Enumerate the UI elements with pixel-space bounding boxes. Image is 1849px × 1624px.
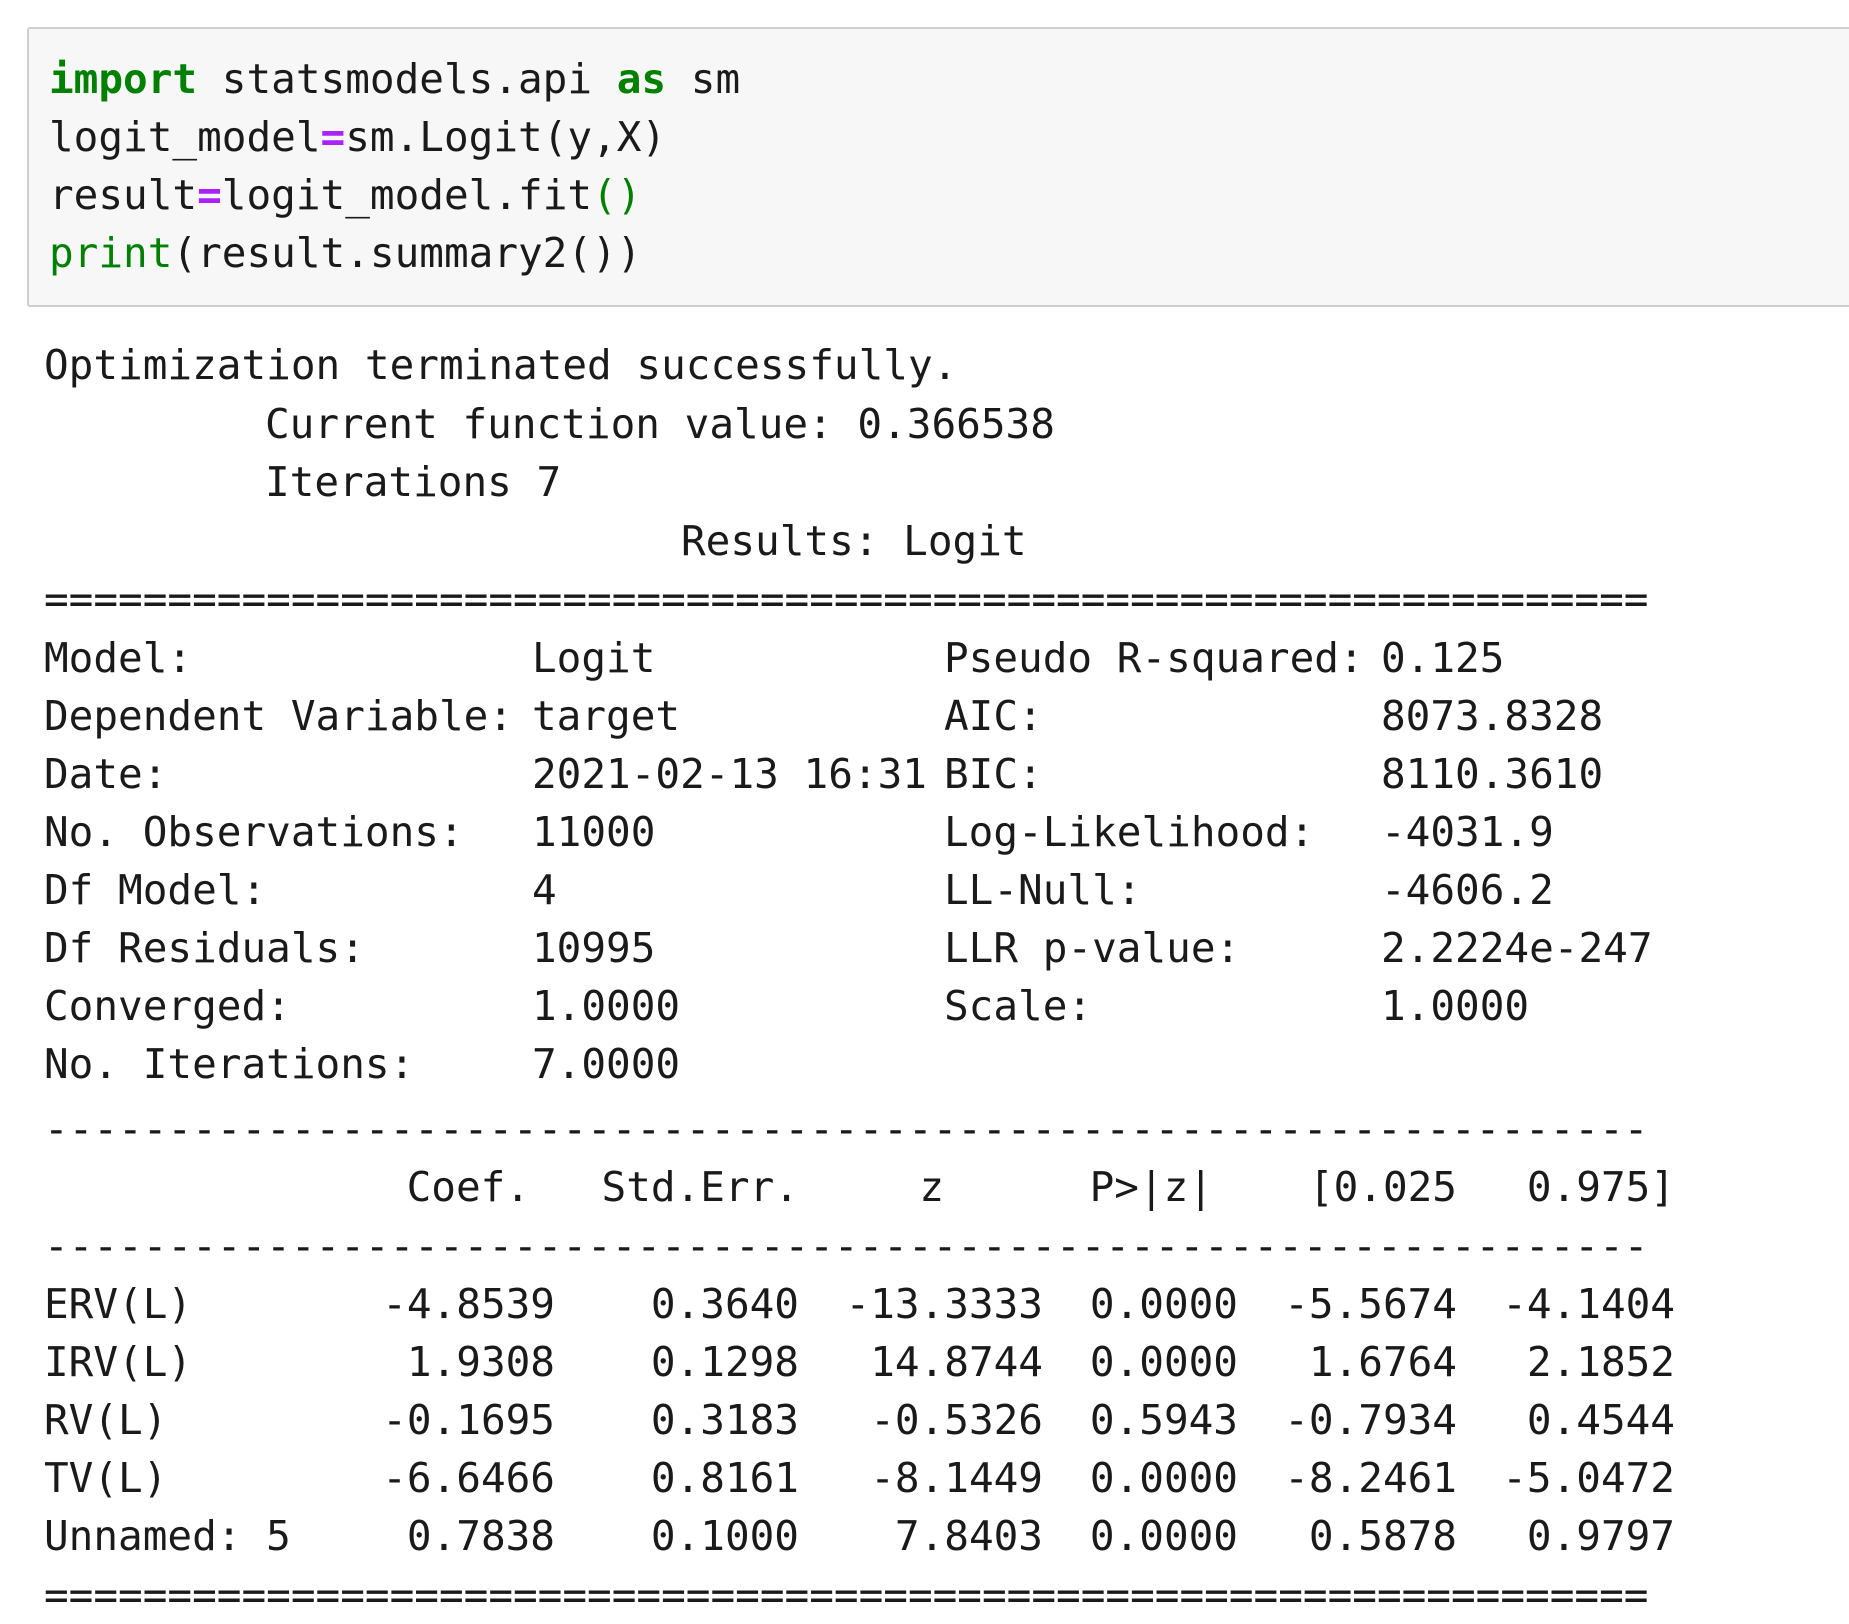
coef-column-header: [0.025 [1308, 1163, 1457, 1211]
coef-value: -0.1695 [382, 1396, 555, 1444]
coef-value: -5.0472 [1502, 1454, 1675, 1502]
coef-value: 0.4544 [1526, 1396, 1675, 1444]
info-value: 7.0000 [532, 1040, 681, 1088]
coef-value: -0.7934 [1284, 1396, 1457, 1444]
coef-value: 0.0000 [1089, 1512, 1238, 1560]
info-label: Model: [44, 634, 193, 682]
double-rule-top: ========================================… [44, 575, 1649, 623]
code-token-builtin: print [49, 229, 173, 277]
code-token-op: = [320, 113, 346, 161]
coef-value: -6.6466 [382, 1454, 555, 1502]
coef-value: 0.1000 [650, 1512, 799, 1560]
info-value: Logit [532, 634, 656, 682]
coef-value: 0.8161 [650, 1454, 799, 1502]
code-token: sm [666, 55, 741, 103]
info-value: -4606.2 [1381, 866, 1554, 914]
variable-name: Unnamed: 5 [44, 1512, 291, 1560]
coef-value: 0.9797 [1526, 1512, 1675, 1560]
code-token-kw: import [49, 55, 198, 103]
code-token: (result.summary2()) [172, 229, 642, 277]
code-input-cell[interactable]: import statsmodels.api as sm logit_model=… [27, 27, 1849, 307]
coef-value: 0.0000 [1089, 1280, 1238, 1328]
coef-value: 0.1298 [650, 1338, 799, 1386]
info-value: 1.0000 [1381, 982, 1530, 1030]
coef-value: 0.3183 [650, 1396, 799, 1444]
coef-value: -8.2461 [1284, 1454, 1457, 1502]
coef-value: 0.0000 [1089, 1454, 1238, 1502]
double-rule-bottom: ========================================… [44, 1571, 1649, 1619]
info-label: Pseudo R-squared: [944, 634, 1364, 682]
variable-name: ERV(L) [44, 1280, 193, 1328]
info-label: Log-Likelihood: [944, 808, 1315, 856]
coef-value: -0.5326 [870, 1396, 1043, 1444]
info-value: 8073.8328 [1381, 692, 1604, 740]
info-label: Df Residuals: [44, 924, 365, 972]
info-label: Dependent Variable: [44, 692, 513, 740]
coef-value: -13.3333 [845, 1280, 1043, 1328]
variable-name: RV(L) [44, 1396, 168, 1444]
variable-name: TV(L) [44, 1454, 168, 1502]
code-token-op: = [197, 171, 222, 219]
coef-value: -8.1449 [870, 1454, 1043, 1502]
code-token: sm.Logit(y,X) [345, 113, 667, 161]
coef-value: 2.1852 [1526, 1338, 1675, 1386]
coef-value: 7.8403 [894, 1512, 1043, 1560]
coef-column-header: P>|z| [1089, 1163, 1213, 1211]
optimization-status: Optimization terminated successfully. [44, 341, 958, 389]
code-token: statsmodels.api [197, 55, 617, 103]
coef-column-header: z [919, 1163, 944, 1211]
info-label: Converged: [44, 982, 291, 1030]
coef-value: 0.5878 [1308, 1512, 1457, 1560]
info-label: LLR p-value: [944, 924, 1241, 972]
single-rule-upper: ----------------------------------------… [44, 1105, 1649, 1153]
info-value: 2021-02-13 16:31 [532, 750, 927, 798]
info-value: 11000 [532, 808, 656, 856]
variable-name: IRV(L) [44, 1338, 193, 1386]
coef-value: 14.8744 [870, 1338, 1043, 1386]
info-label: LL-Null: [944, 866, 1142, 914]
code-line: logit_model=sm.Logit(y,X) [49, 108, 666, 166]
coef-column-header: 0.975] [1526, 1163, 1675, 1211]
coef-value: -5.5674 [1284, 1280, 1457, 1328]
results-title: Results: Logit [681, 517, 1027, 565]
info-value: 8110.3610 [1381, 750, 1604, 798]
code-line: import statsmodels.api as sm [49, 50, 740, 108]
single-rule-lower: ----------------------------------------… [44, 1222, 1649, 1270]
code-line: result=logit_model.fit() [49, 166, 641, 224]
code-token-paren-g: () [592, 171, 642, 219]
code-token: result [49, 171, 198, 219]
code-line: print(result.summary2()) [49, 224, 641, 282]
coef-value: 0.5943 [1089, 1396, 1238, 1444]
coef-value: 0.3640 [650, 1280, 799, 1328]
code-token: logit_model.fit [221, 171, 593, 219]
info-value: 1.0000 [532, 982, 681, 1030]
info-label: AIC: [944, 692, 1043, 740]
info-value: 2.2224e-247 [1381, 924, 1653, 972]
coef-value: -4.8539 [382, 1280, 555, 1328]
info-label: No. Iterations: [44, 1040, 415, 1088]
info-value: 4 [532, 866, 557, 914]
coef-value: 0.0000 [1089, 1338, 1238, 1386]
iterations-line: Iterations 7 [265, 458, 562, 506]
function-value-line: Current function value: 0.366538 [265, 400, 1055, 448]
info-label: No. Observations: [44, 808, 464, 856]
coef-value: 1.9308 [406, 1338, 555, 1386]
code-token-kw: as [616, 55, 667, 103]
coef-value: 1.6764 [1308, 1338, 1457, 1386]
info-label: BIC: [944, 750, 1043, 798]
info-label: Df Model: [44, 866, 267, 914]
coef-value: -4.1404 [1502, 1280, 1675, 1328]
coef-value: 0.7838 [406, 1512, 555, 1560]
info-label: Scale: [944, 982, 1093, 1030]
info-label: Date: [44, 750, 168, 798]
code-token: logit_model [49, 113, 321, 161]
coef-column-header: Coef. [406, 1163, 530, 1211]
info-value: target [532, 692, 681, 740]
info-value: -4031.9 [1381, 808, 1554, 856]
info-value: 10995 [532, 924, 656, 972]
info-value: 0.125 [1381, 634, 1505, 682]
